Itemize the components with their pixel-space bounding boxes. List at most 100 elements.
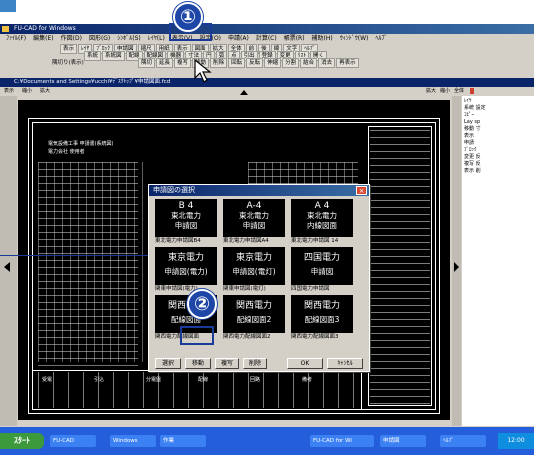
- toolbar-button[interactable]: 再表示: [336, 58, 359, 68]
- bottom-table: [32, 370, 362, 410]
- taskbar-item[interactable]: FU-CAD: [50, 435, 96, 447]
- title-block-line: [370, 151, 430, 152]
- drawing-grid-line: [38, 204, 138, 205]
- document-menu-item[interactable]: 表示: [4, 88, 14, 94]
- menu-item[interactable]: 申請(A): [228, 35, 249, 42]
- app-title: FU-CAD for Windows: [14, 25, 76, 32]
- menu-item[interactable]: 作図(D): [61, 35, 82, 42]
- taskbar-item[interactable]: 作業: [160, 435, 206, 447]
- toolbar-button[interactable]: 回転: [228, 58, 246, 68]
- bottom-table-line: [293, 372, 294, 408]
- title-block-line: [370, 284, 430, 285]
- layout-option-tile[interactable]: 四国電力 申請図: [291, 247, 353, 285]
- menu-item[interactable]: ｼﾝﾎﾞﾙ(S): [117, 35, 141, 42]
- toolbar-button[interactable]: 複写: [174, 58, 192, 68]
- toolbar-button[interactable]: 系統: [84, 51, 102, 61]
- menu-item[interactable]: 編集(E): [33, 35, 53, 42]
- drawing-grid-line: [38, 337, 138, 338]
- menu-item[interactable]: 図形(G): [89, 35, 110, 42]
- toolbar-button[interactable]: 伸縮: [264, 58, 282, 68]
- vertical-scrollbar-right[interactable]: [452, 96, 461, 426]
- bottom-table-line: [128, 372, 129, 408]
- status-button[interactable]: 拡大: [426, 88, 436, 94]
- tile-text: 東京電力: [235, 253, 272, 263]
- layout-option-tile[interactable]: 東京電力 申請図(電力): [155, 247, 217, 285]
- panel-row[interactable]: 表示: [464, 133, 532, 140]
- ok-button[interactable]: OK: [287, 358, 323, 369]
- title-block-line: [370, 221, 430, 222]
- toolbar-button[interactable]: 延長: [156, 58, 174, 68]
- panel-row[interactable]: 表示 削: [464, 168, 532, 175]
- vertical-scrollbar-left[interactable]: [0, 96, 17, 426]
- toolbar-button[interactable]: 系統図: [102, 51, 125, 61]
- layout-option-tile[interactable]: 東京電力 申請図(電灯): [223, 247, 285, 285]
- toolbar-button[interactable]: 結合: [300, 58, 318, 68]
- drawing-grid-line: [38, 169, 138, 170]
- toolbar-button[interactable]: 隅切: [138, 58, 156, 68]
- dialog-titlebar: 申請図の選択 ×: [149, 185, 369, 196]
- drawing-grid-line: [38, 253, 138, 254]
- menu-item[interactable]: 計算(C): [256, 35, 277, 42]
- select-button[interactable]: 選択: [155, 358, 181, 369]
- title-block-line: [370, 200, 430, 201]
- app-titlebar: FU-CAD for Windows: [0, 24, 534, 34]
- drawing-grid-line: [38, 246, 138, 247]
- document-menu-item[interactable]: 拡大: [40, 88, 50, 94]
- title-block-line: [370, 333, 430, 334]
- menu-item[interactable]: ﾚｲﾔ(L): [148, 35, 165, 42]
- panel-row[interactable]: 系統 設定: [464, 105, 532, 112]
- panel-row[interactable]: 複写 反: [464, 161, 532, 168]
- taskbar-item[interactable]: Windows: [110, 435, 156, 447]
- scroll-up-arrow-icon[interactable]: [240, 90, 248, 95]
- title-block-line: [370, 389, 430, 390]
- toolbar-button[interactable]: 反転: [246, 58, 264, 68]
- delete-button[interactable]: 削除: [243, 358, 267, 369]
- panel-row[interactable]: 申請: [464, 140, 532, 147]
- move-button-highlight: [180, 326, 214, 345]
- callout-step-2: ②: [187, 289, 217, 319]
- title-block-line: [370, 396, 430, 397]
- copy-button[interactable]: 複写: [215, 358, 239, 369]
- bottom-table-line: [248, 372, 249, 408]
- menu-item[interactable]: ｳｨﾝﾄﾞｳ(W): [340, 35, 369, 42]
- layout-option-tile[interactable]: 関西電力 配線図面3: [291, 295, 353, 333]
- layout-option-tile[interactable]: B 4 東北電力 申請図: [155, 199, 217, 237]
- status-button[interactable]: 縮小: [440, 88, 450, 94]
- menu-item[interactable]: ﾌｧｲﾙ(F): [6, 35, 26, 42]
- layout-option-tile[interactable]: 関西電力 配線図面2: [223, 295, 285, 333]
- drawing-label: 分電盤: [146, 377, 162, 383]
- taskbar-item[interactable]: FU-CAD for Wi: [310, 435, 374, 447]
- dialog-close-button[interactable]: ×: [356, 186, 367, 195]
- drawing-grid-line: [38, 309, 138, 310]
- menu-item[interactable]: 補助(H): [312, 35, 333, 42]
- drawing-grid-line: [118, 162, 119, 362]
- tile-text: 関西電力: [235, 301, 272, 311]
- toolbar-button[interactable]: 消去: [318, 58, 336, 68]
- status-button[interactable]: 全体: [454, 88, 464, 94]
- toolbar-button[interactable]: 分割: [282, 58, 300, 68]
- cancel-button[interactable]: ｷｬﾝｾﾙ: [327, 358, 363, 369]
- drawing-grid-line: [38, 323, 138, 324]
- panel-row[interactable]: 移動 寸: [464, 126, 532, 133]
- panel-row[interactable]: ｺﾋﾟｰ: [464, 112, 532, 119]
- taskbar-item[interactable]: ﾍﾙﾌﾟ: [440, 435, 486, 447]
- layout-option-tile[interactable]: A-4 東北電力 申請図: [223, 199, 285, 237]
- panel-row[interactable]: ﾌﾞﾛｯｸ: [464, 147, 532, 154]
- drawing-grid-line: [102, 162, 103, 362]
- panel-row[interactable]: Lay sp: [464, 119, 532, 126]
- toolbar-button[interactable]: 表示: [60, 44, 78, 54]
- title-block-line: [370, 130, 430, 131]
- document-menu-item[interactable]: 縮小: [22, 88, 32, 94]
- scroll-right-arrow-icon[interactable]: [454, 262, 459, 272]
- move-button[interactable]: 移動: [185, 358, 211, 369]
- panel-row[interactable]: ﾚｲﾔ: [464, 98, 532, 105]
- menu-item[interactable]: 帳票(R): [284, 35, 305, 42]
- menu-item[interactable]: ﾍﾙﾌﾟ: [375, 35, 387, 42]
- start-button[interactable]: ｽﾀｰﾄ: [0, 433, 44, 449]
- taskbar-item[interactable]: 申請図: [380, 435, 426, 447]
- title-block-line: [370, 249, 430, 250]
- scroll-left-arrow-icon[interactable]: [4, 262, 10, 272]
- layout-option-tile[interactable]: A 4 東北電力 内線図面: [291, 199, 353, 237]
- taskbar: ｽﾀｰﾄ FU-CAD Windows 作業 FU-CAD for Wi 申請図 ﾍﾙﾌﾟ…: [0, 427, 534, 455]
- panel-row[interactable]: 変更 反: [464, 154, 532, 161]
